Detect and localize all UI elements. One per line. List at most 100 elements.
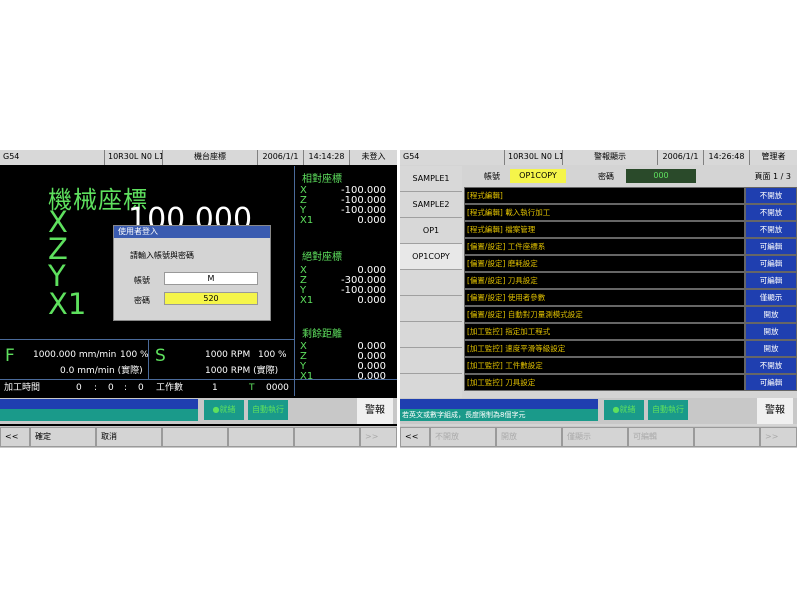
work-count: 1 — [212, 383, 218, 393]
view-only-button[interactable]: 僅顯示 — [562, 427, 628, 447]
softkey-6[interactable] — [294, 427, 360, 447]
time-status: 14:14:28 — [304, 150, 350, 165]
relative-coordinate-title: 相對座標 — [302, 174, 342, 185]
auto-run-indicator: 自動執行 — [648, 400, 688, 420]
mode-status: 警報顯示 — [563, 150, 658, 165]
cancel-button[interactable]: 取消 — [96, 427, 162, 447]
permission-row[interactable]: [程式編輯] 不開放 — [464, 187, 797, 204]
message-bar: 若英文或數字組成，長度限制為8個字元 — [400, 399, 598, 421]
status-bar: G54 10R30L N0 L1 機台座標 2006/1/1 14:14:28 … — [0, 150, 397, 165]
softkey-6[interactable] — [694, 427, 760, 447]
axis-label-y: Y — [48, 259, 66, 293]
account-item[interactable] — [400, 296, 462, 322]
account-label: 帳號 — [484, 172, 500, 181]
permission-row[interactable]: [程式編輯] 檔案管理 不開放 — [464, 221, 797, 238]
account-item-selected[interactable]: OP1COPY — [400, 244, 462, 270]
login-status: 未登入 — [350, 150, 397, 165]
program-status: 10R30L N0 L1 — [505, 150, 563, 165]
feed-actual: 0.0 mm/min (實際) — [60, 366, 143, 376]
gcode-status: G54 — [0, 150, 105, 165]
permission-row[interactable]: [偏置/設定] 使用者參數 僅顯示 — [464, 289, 797, 306]
account-value-field[interactable]: OP1COPY — [510, 169, 566, 183]
permission-row[interactable]: [加工監控] 指定加工程式 開放 — [464, 323, 797, 340]
permission-row[interactable]: [程式編輯] 載入執行加工 不開放 — [464, 204, 797, 221]
password-label: 密碼 — [134, 296, 150, 305]
account-item[interactable]: SAMPLE2 — [400, 192, 462, 218]
dialog-title: 使用者登入 — [114, 226, 270, 238]
permission-row[interactable]: [偏置/設定] 工件座標系 可編輯 — [464, 238, 797, 255]
permission-row[interactable]: [偏置/設定] 刀具設定 可編輯 — [464, 272, 797, 289]
account-item[interactable]: OP1 — [400, 218, 462, 244]
machining-time-label: 加工時間 — [4, 383, 41, 393]
prev-page-button[interactable]: << — [400, 427, 430, 447]
tool-label: T — [249, 383, 255, 393]
machine-coordinate-screen: G54 10R30L N0 L1 機台座標 2006/1/1 14:14:28 … — [0, 150, 397, 448]
user-permission-screen: G54 10R30L N0 L1 警報顯示 2006/1/1 14:26:48 … — [400, 150, 797, 448]
softkey-bar: << 不開放 開放 僅顯示 可編輯 >> — [400, 426, 797, 448]
account-label: 帳號 — [134, 276, 150, 285]
alarm-button[interactable]: 警報 — [357, 398, 393, 424]
account-list: SAMPLE1 SAMPLE2 OP1 OP1COPY — [400, 166, 462, 400]
remaining-distance-table: X 0.000 Z 0.000 Y 0.000 X1 0.000 — [300, 342, 386, 382]
allow-button[interactable]: 開放 — [496, 427, 562, 447]
absolute-coordinate-title: 絕對座標 — [302, 252, 342, 263]
tool-value: 0000 — [266, 383, 289, 393]
editable-button[interactable]: 可編輯 — [628, 427, 694, 447]
ready-indicator: ●就緒 — [604, 400, 644, 420]
permission-row[interactable]: [偏置/設定] 自動對刀量測模式設定 開放 — [464, 306, 797, 323]
date-status: 2006/1/1 — [658, 150, 704, 165]
remaining-distance-title: 剩餘距離 — [302, 329, 342, 340]
dialog-prompt: 請輸入帳號與密碼 — [130, 251, 194, 260]
account-item[interactable] — [400, 270, 462, 296]
gcode-status: G54 — [400, 150, 505, 165]
alarm-button[interactable]: 警報 — [757, 398, 793, 424]
login-dialog: 使用者登入 請輸入帳號與密碼 帳號 M 密碼 520 — [113, 225, 271, 321]
program-status: 10R30L N0 L1 — [105, 150, 163, 165]
axis-label-x1: X1 — [48, 287, 87, 321]
softkey-4[interactable] — [162, 427, 228, 447]
confirm-button[interactable]: 確定 — [30, 427, 96, 447]
login-status: 管理者 — [750, 150, 797, 165]
password-label: 密碼 — [598, 172, 614, 181]
page-indicator: 頁面 1 / 3 — [754, 172, 791, 181]
status-bar: G54 10R30L N0 L1 警報顯示 2006/1/1 14:26:48 … — [400, 150, 797, 165]
permission-row[interactable]: [偏置/設定] 磨耗設定 可編輯 — [464, 255, 797, 272]
permission-row[interactable]: [加工監控] 工件數設定 不開放 — [464, 357, 797, 374]
status-strip: ●就緒 自動執行 警報 — [0, 398, 397, 424]
status-strip: 若英文或數字組成，長度限制為8個字元 ●就緒 自動執行 警報 — [400, 398, 797, 424]
password-value-field[interactable]: 000 — [626, 169, 696, 183]
ready-indicator: ●就緒 — [204, 400, 244, 420]
permission-row[interactable]: [加工監控] 速度平滑等級設定 開放 — [464, 340, 797, 357]
spindle-letter: S — [155, 346, 166, 366]
minutes: 0 — [108, 383, 114, 393]
coord-row: X1 0.000 — [300, 215, 386, 226]
softkey-5[interactable] — [228, 427, 294, 447]
auto-run-indicator: 自動執行 — [248, 400, 288, 420]
mode-status: 機台座標 — [163, 150, 258, 165]
progress-bar — [0, 399, 198, 421]
softkey-bar: << 確定 取消 >> — [0, 426, 397, 448]
time-status: 14:26:48 — [704, 150, 750, 165]
deny-button[interactable]: 不開放 — [430, 427, 496, 447]
coord-row: X1 0.000 — [300, 295, 386, 306]
machining-time-bar: 加工時間 0 : 0 : 0 工作數 1 T 0000 — [0, 379, 397, 396]
seconds: 0 — [138, 383, 144, 393]
account-item[interactable] — [400, 348, 462, 374]
account-item[interactable] — [400, 322, 462, 348]
divider — [294, 166, 295, 396]
account-field[interactable]: M — [164, 272, 258, 285]
permission-table: [程式編輯] 不開放 [程式編輯] 載入執行加工 不開放 [程式編輯] 檔案管理 不開… — [464, 187, 797, 391]
account-item[interactable] — [400, 374, 462, 400]
prev-page-button[interactable]: << — [0, 427, 30, 447]
next-page-button[interactable]: >> — [360, 427, 397, 447]
absolute-coordinate-table: X 0.000 Z -300.000 Y -100.000 X1 0.000 — [300, 266, 386, 306]
date-status: 2006/1/1 — [258, 150, 304, 165]
hint-message: 若英文或數字組成，長度限制為8個字元 — [400, 409, 598, 421]
spindle-actual: 1000 RPM (實際) — [205, 366, 279, 376]
permission-row[interactable]: [加工監控] 刀具設定 可編輯 — [464, 374, 797, 391]
permission-header: 帳號 OP1COPY 密碼 000 頁面 1 / 3 — [464, 167, 797, 185]
account-item[interactable]: SAMPLE1 — [400, 166, 462, 192]
password-field[interactable]: 520 — [164, 292, 258, 305]
relative-coordinate-table: X -100.000 Z -100.000 Y -100.000 X1 0.000 — [300, 186, 386, 226]
next-page-button[interactable]: >> — [760, 427, 797, 447]
